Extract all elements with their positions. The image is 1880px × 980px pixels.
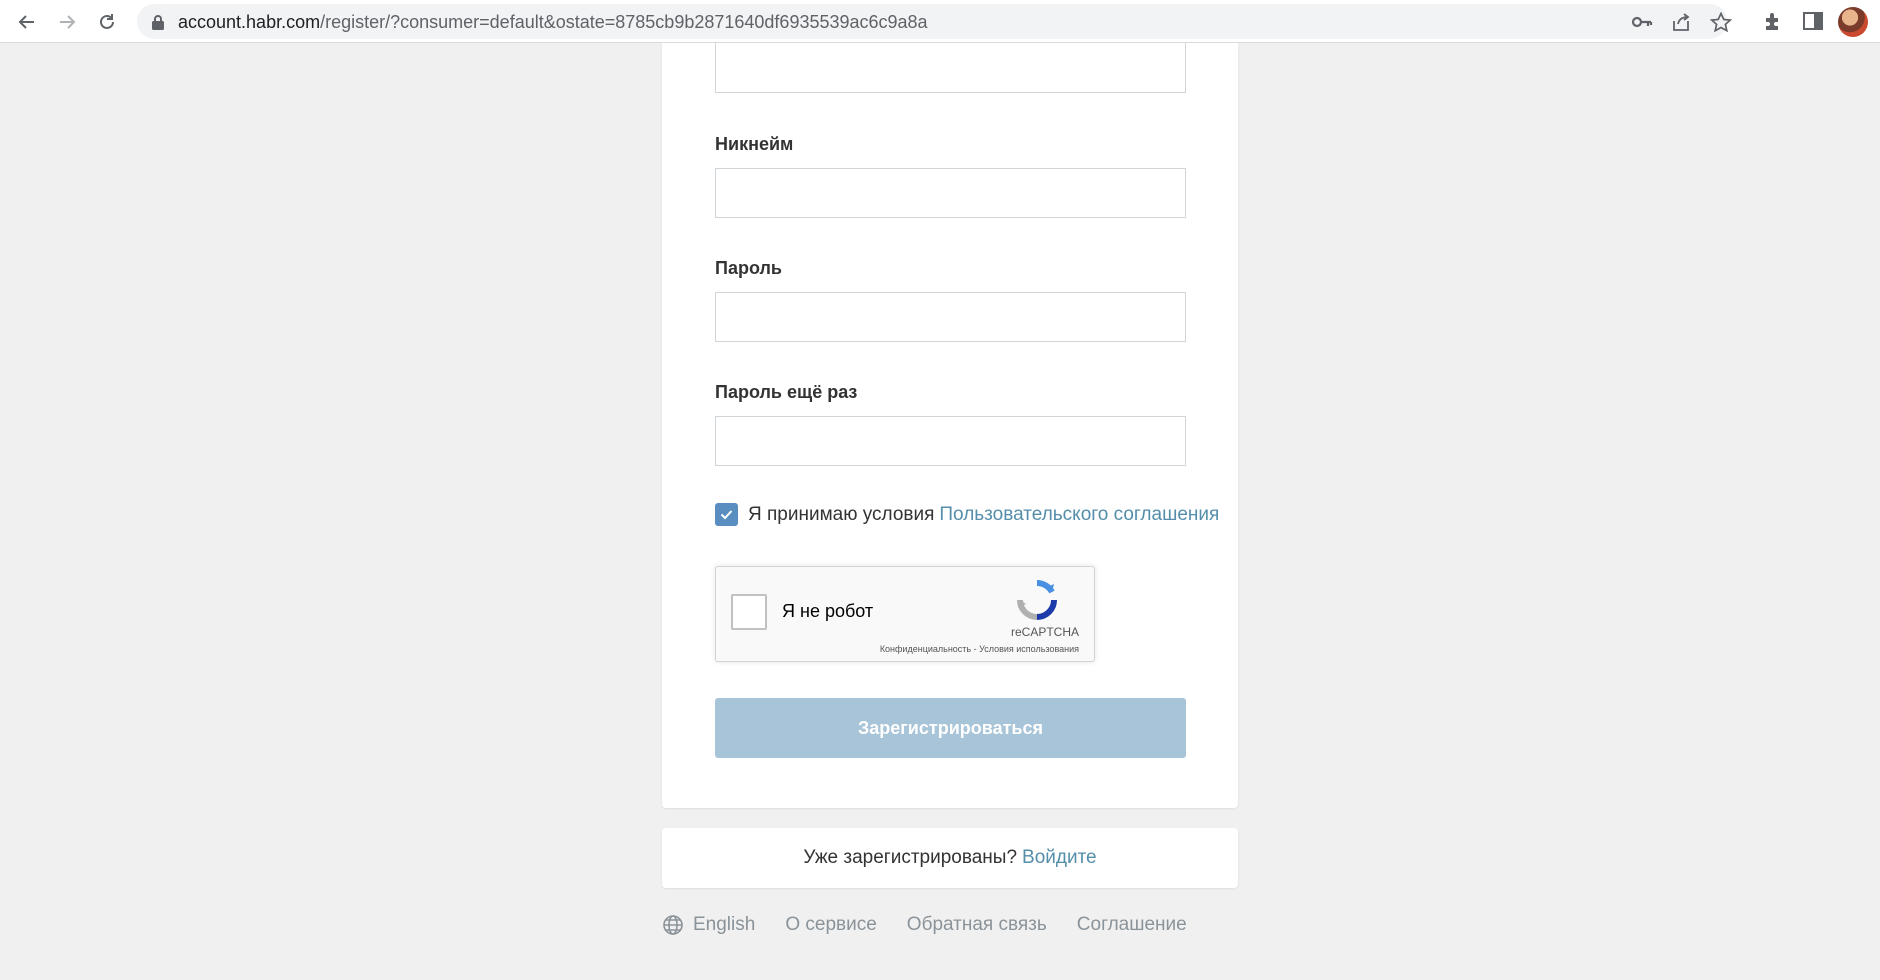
language-link[interactable]: English [693, 914, 755, 936]
about-link[interactable]: О сервисе [785, 914, 876, 936]
agreement-text: Я принимаю условия [748, 503, 935, 525]
nickname-label: Никнейм [715, 134, 794, 154]
recaptcha-logo-icon [1017, 580, 1057, 620]
browser-toolbar: account.habr.com/register/?consumer=defa… [0, 0, 1880, 43]
password-label: Пароль [715, 258, 782, 278]
forward-icon [60, 15, 76, 29]
globe-icon [663, 915, 683, 935]
email-field[interactable] [715, 43, 1186, 93]
forward-button[interactable] [52, 7, 82, 37]
key-icon[interactable] [1631, 12, 1653, 32]
back-button[interactable] [12, 7, 42, 37]
registration-card: Никнейм Пароль Пароль ещё раз Я принимаю… [662, 43, 1238, 808]
share-icon[interactable] [1670, 12, 1692, 32]
extensions-icon[interactable] [1762, 10, 1784, 32]
recaptcha-widget: Я не робот reCAPTCHA Конфиденциальность … [715, 566, 1095, 662]
url-text: account.habr.com/register/?consumer=defa… [178, 12, 928, 32]
checkmark-icon [720, 510, 733, 520]
agreement-checkbox[interactable] [715, 503, 738, 526]
login-card: Уже зарегистрированы? Войдите [662, 828, 1238, 888]
login-prompt: Уже зарегистрированы? [803, 847, 1018, 868]
agreement-link[interactable]: Пользовательского соглашения [939, 504, 1219, 526]
agreement-footer-link[interactable]: Соглашение [1077, 914, 1187, 936]
recaptcha-brand: reCAPTCHA [1010, 625, 1079, 639]
sidebar-icon[interactable] [1802, 10, 1824, 32]
recaptcha-label: Я не робот [782, 601, 874, 621]
password-repeat-field[interactable] [715, 416, 1186, 466]
feedback-link[interactable]: Обратная связь [907, 914, 1047, 936]
star-icon[interactable] [1710, 12, 1732, 32]
footer: English О сервисе Обратная связь Соглаше… [662, 914, 1217, 936]
profile-avatar[interactable] [1838, 7, 1868, 37]
back-icon [18, 15, 34, 29]
nickname-field[interactable] [715, 168, 1186, 218]
password-field[interactable] [715, 292, 1186, 342]
login-link[interactable]: Войдите [1022, 847, 1097, 869]
recaptcha-links[interactable]: Конфиденциальность - Условия использован… [880, 644, 1079, 654]
recaptcha-checkbox[interactable] [731, 594, 767, 630]
register-button[interactable]: Зарегистрироваться [715, 698, 1186, 758]
address-bar[interactable]: account.habr.com/register/?consumer=defa… [137, 4, 1732, 39]
reload-button[interactable] [92, 7, 122, 37]
agreement-row: Я принимаю условия Пользовательского сог… [715, 503, 1219, 526]
reload-icon [100, 14, 114, 29]
password-repeat-label: Пароль ещё раз [715, 382, 858, 402]
lock-icon [152, 15, 164, 30]
